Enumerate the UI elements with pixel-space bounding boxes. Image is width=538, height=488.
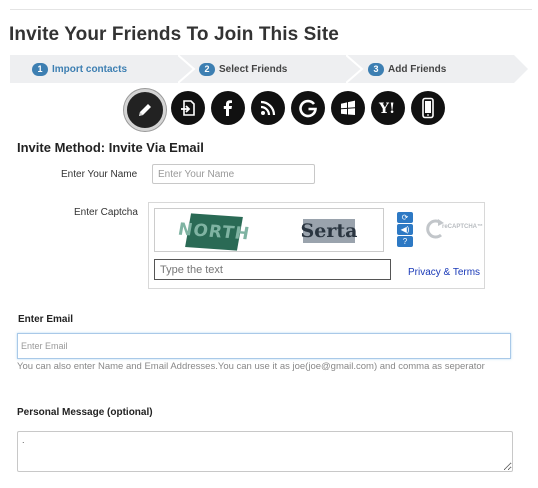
help-icon[interactable]: ?: [397, 236, 413, 247]
method-rss[interactable]: [251, 91, 285, 125]
captcha-controls: ⟳ ◀) ?: [397, 212, 414, 248]
google-icon: [299, 99, 317, 118]
method-mobile[interactable]: [411, 91, 445, 125]
step-label: Select Friends: [219, 63, 288, 75]
step-number-badge: 3: [368, 62, 384, 76]
step-content: 1 Import contacts: [32, 55, 127, 83]
step-add-friends[interactable]: 3 Add Friends: [346, 55, 528, 83]
facebook-icon: [223, 100, 232, 116]
mobile-phone-icon: [422, 97, 434, 119]
method-yahoo[interactable]: Y!: [371, 91, 405, 125]
email-help-text: You can also enter Name and Email Addres…: [17, 361, 485, 372]
captcha-widget: NORTH Serta ⟳ ◀) ? reCAPTCHA™ Privacy & …: [148, 202, 485, 289]
wizard-steps: 1 Import contacts 2 Select Friends 3 Add…: [10, 55, 528, 83]
invite-method-title: Invite Method: Invite Via Email: [17, 140, 204, 155]
name-input[interactable]: [152, 164, 315, 184]
step-number-badge: 2: [199, 62, 215, 76]
top-divider: [10, 9, 532, 10]
refresh-icon[interactable]: ⟳: [397, 212, 413, 223]
windows-icon: [341, 100, 355, 116]
step-number-badge: 1: [32, 62, 48, 76]
step-import-contacts[interactable]: 1 Import contacts: [10, 55, 194, 83]
captcha-word-1: NORTH: [176, 213, 252, 251]
captcha-word-2: Serta: [300, 219, 358, 243]
email-input[interactable]: [17, 333, 511, 359]
captcha-text-input[interactable]: [154, 259, 391, 280]
step-select-friends[interactable]: 2 Select Friends: [178, 55, 362, 83]
pencil-icon: [139, 104, 151, 116]
name-label: Enter Your Name: [61, 169, 138, 180]
svg-text:Y!: Y!: [378, 101, 395, 117]
step-content: 2 Select Friends: [199, 55, 287, 83]
audio-icon[interactable]: ◀): [397, 224, 413, 235]
personal-message-textarea[interactable]: .: [17, 431, 513, 472]
step-content: 3 Add Friends: [368, 55, 446, 83]
privacy-terms-link[interactable]: Privacy & Terms: [408, 267, 480, 278]
yahoo-icon: Y!: [378, 101, 395, 117]
method-windows[interactable]: [331, 91, 365, 125]
message-title: Personal Message (optional): [17, 407, 153, 418]
page-title: Invite Your Friends To Join This Site: [9, 24, 339, 45]
captcha-label: Enter Captcha: [74, 207, 138, 218]
method-facebook[interactable]: [211, 91, 245, 125]
recaptcha-logo: reCAPTCHA™: [425, 214, 483, 244]
rss-icon: [260, 100, 276, 116]
captcha-image: NORTH Serta: [154, 208, 384, 252]
email-title: Enter Email: [18, 314, 74, 325]
step-label: Add Friends: [388, 63, 447, 75]
recaptcha-logo-text: reCAPTCHA™: [442, 224, 484, 230]
method-pencil[interactable]: [124, 89, 166, 131]
method-google[interactable]: [291, 91, 325, 125]
method-import-file[interactable]: [171, 91, 205, 125]
step-label: Import contacts: [52, 63, 128, 75]
import-file-icon: [181, 100, 195, 116]
